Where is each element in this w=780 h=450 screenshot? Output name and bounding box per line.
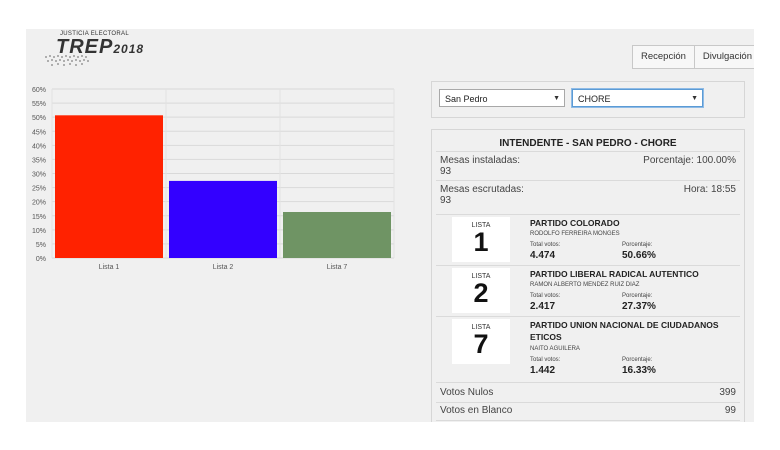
y-tick-label: 45% bbox=[32, 129, 46, 136]
votes-label: Total votos: bbox=[530, 242, 561, 248]
y-tick-label: 0% bbox=[36, 256, 46, 263]
divider bbox=[436, 180, 740, 181]
y-tick-label: 40% bbox=[32, 143, 46, 150]
votes-value: 4.474 bbox=[530, 250, 556, 261]
mesas-escrutadas-row: Mesas escrutadas: 93 Hora: 18:55 bbox=[440, 184, 736, 206]
chevron-down-icon: ▼ bbox=[553, 95, 560, 102]
filter-panel: San Pedro ▼ CHORE ▼ bbox=[431, 81, 745, 118]
lista-number: 2 bbox=[473, 278, 489, 308]
results-title: INTENDENTE - SAN PEDRO - CHORE bbox=[499, 138, 677, 149]
votos-blanco-row: Votos en Blanco 99 bbox=[440, 405, 736, 416]
divider bbox=[436, 316, 740, 317]
y-tick-label: 60% bbox=[32, 87, 46, 94]
app-frame: JUSTICIA ELECTORAL TREP2018 Recepción Di… bbox=[26, 29, 754, 422]
y-tick-label: 10% bbox=[32, 228, 46, 235]
bar bbox=[55, 115, 163, 258]
trep-logo: JUSTICIA ELECTORAL TREP2018 bbox=[42, 31, 143, 69]
votes-label: Total votos: bbox=[530, 293, 561, 299]
pct-value: 27.37% bbox=[622, 301, 656, 312]
votos-nulos-row: Votos Nulos 399 bbox=[440, 387, 736, 398]
chevron-down-icon: ▼ bbox=[691, 95, 698, 102]
y-tick-label: 15% bbox=[32, 214, 46, 221]
party-name: PARTIDO UNION NACIONAL DE CIUDADANOS ETI… bbox=[530, 320, 719, 342]
y-tick-label: 20% bbox=[32, 200, 46, 207]
mesas-escrutadas-value: 93 bbox=[440, 195, 452, 206]
x-tick-label: Lista 7 bbox=[327, 264, 348, 271]
divider bbox=[436, 402, 740, 403]
pct-label: Porcentaje: bbox=[622, 242, 653, 248]
y-tick-label: 50% bbox=[32, 115, 46, 122]
lista-box: LISTA 1 bbox=[452, 217, 510, 262]
lista-box: LISTA 7 bbox=[452, 319, 510, 364]
departamento-select[interactable]: San Pedro ▼ bbox=[439, 89, 565, 107]
candidate-name: RAMON ALBERTO MENDEZ RUIZ DIAZ bbox=[530, 282, 640, 288]
divider bbox=[436, 151, 740, 152]
votos-blanco-label: Votos en Blanco bbox=[440, 405, 513, 416]
votos-nulos-label: Votos Nulos bbox=[440, 387, 494, 398]
bar bbox=[283, 212, 391, 258]
y-tick-label: 55% bbox=[32, 101, 46, 108]
votes-label: Total votos: bbox=[530, 357, 561, 363]
tab-divulgacion[interactable]: Divulgación bbox=[694, 45, 754, 69]
divider bbox=[436, 265, 740, 266]
mesas-instaladas-value: 93 bbox=[440, 166, 452, 177]
divider bbox=[436, 420, 740, 421]
x-tick-label: Lista 1 bbox=[99, 264, 120, 271]
y-tick-label: 25% bbox=[32, 186, 46, 193]
votes-value: 1.442 bbox=[530, 365, 556, 376]
votos-nulos-value: 399 bbox=[719, 387, 736, 398]
lista-number: 1 bbox=[473, 227, 489, 257]
bar bbox=[169, 180, 277, 258]
pct-label: Porcentaje: bbox=[622, 357, 653, 363]
candidate-card: LISTA 7 PARTIDO UNION NACIONAL DE CIUDAD… bbox=[446, 318, 744, 382]
mesas-instaladas-row: Mesas instaladas: 93 Porcentaje: 100.00% bbox=[440, 155, 736, 177]
pct-value: 50.66% bbox=[622, 250, 656, 261]
candidate-name: RODOLFO FERREIRA MONGES bbox=[530, 231, 620, 237]
party-name: PARTIDO COLORADO bbox=[530, 218, 620, 228]
departamento-select-value: San Pedro bbox=[445, 94, 488, 104]
lista-box: LISTA 2 bbox=[452, 268, 510, 313]
votos-blanco-value: 99 bbox=[724, 405, 736, 416]
pct-label: Porcentaje: bbox=[622, 293, 653, 299]
distrito-select[interactable]: CHORE ▼ bbox=[572, 89, 703, 107]
results-bar-chart: 0% 5% 10% 15% 20% 25% 30% 35% 40% 45% 50% 55% 60% Lis… bbox=[32, 87, 395, 271]
candidate-card: LISTA 1 PARTIDO COLORADO RODOLFO FERREIR… bbox=[446, 216, 744, 266]
divider bbox=[436, 382, 740, 383]
x-tick-label: Lista 2 bbox=[213, 264, 234, 271]
lista-number: 7 bbox=[473, 329, 489, 359]
candidate-card: LISTA 2 PARTIDO LIBERAL RADICAL AUTENTIC… bbox=[446, 267, 744, 317]
tab-recepcion[interactable]: Recepción bbox=[632, 45, 695, 69]
y-tick-label: 35% bbox=[32, 157, 46, 164]
logo-dots-icon bbox=[45, 55, 89, 66]
results-panel: INTENDENTE - SAN PEDRO - CHORE Mesas ins… bbox=[431, 129, 745, 422]
candidate-name: NAITO AGUILERA bbox=[530, 346, 580, 352]
pct-value: 16.33% bbox=[622, 365, 656, 376]
nav-tabs: Recepción Divulgación bbox=[632, 45, 754, 69]
y-tick-label: 30% bbox=[32, 172, 46, 179]
distrito-select-value: CHORE bbox=[578, 94, 611, 104]
porcentaje-value: Porcentaje: 100.00% bbox=[643, 155, 736, 166]
y-tick-label: 5% bbox=[36, 242, 46, 249]
divider bbox=[436, 214, 740, 215]
party-name: PARTIDO LIBERAL RADICAL AUTENTICO bbox=[530, 269, 699, 279]
votes-value: 2.417 bbox=[530, 301, 556, 312]
hora-value: Hora: 18:55 bbox=[683, 184, 736, 195]
